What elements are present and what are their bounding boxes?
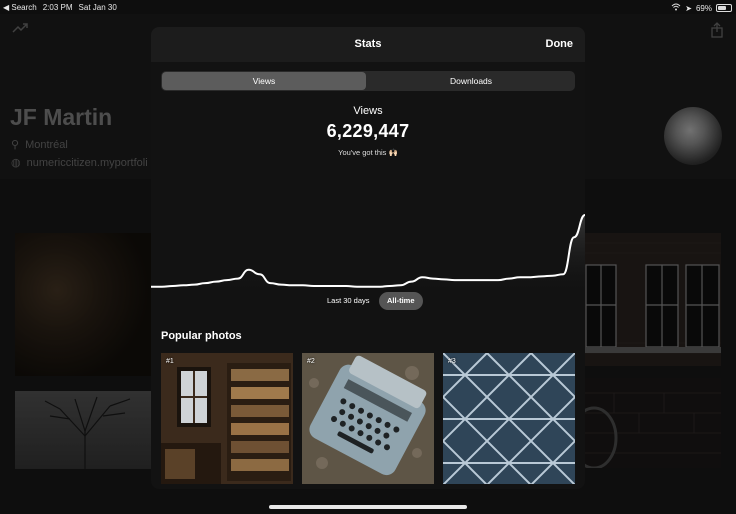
stats-sheet: Stats Done Views Downloads Views 6,229,4…	[151, 27, 585, 489]
battery-percent: 69%	[695, 3, 712, 13]
stat-label: Views	[353, 105, 383, 117]
popular-photo-3[interactable]: #3	[443, 353, 575, 484]
popular-photo-2[interactable]: #2	[302, 353, 434, 484]
tab-downloads[interactable]: Downloads	[368, 72, 574, 90]
back-to-search-link[interactable]: ◀ Search	[3, 3, 37, 12]
range-all-time[interactable]: All-time	[379, 292, 423, 310]
stats-segmented-control: Views Downloads	[161, 71, 575, 91]
stat-value: 6,229,447	[326, 121, 410, 141]
chart-series-line	[151, 214, 585, 288]
status-time: 2:03 PM	[42, 3, 73, 12]
status-date: Sat Jan 30	[78, 3, 117, 12]
done-button[interactable]: Done	[546, 38, 574, 50]
stat-note: You've got this 🙌🏻	[338, 148, 398, 157]
battery-icon	[716, 4, 732, 12]
home-indicator[interactable]	[269, 505, 467, 509]
photo-rank: #3	[448, 358, 456, 365]
location-services-icon: ➤	[685, 3, 692, 13]
tab-views[interactable]: Views	[162, 72, 366, 90]
status-bar: ◀ Search 2:03 PM Sat Jan 30 ➤ 69%	[0, 0, 736, 14]
popular-photo-1[interactable]: #1	[161, 353, 293, 484]
photo-rank: #1	[166, 358, 174, 365]
popular-photos-title: Popular photos	[161, 330, 242, 342]
wifi-icon	[671, 3, 681, 13]
views-chart	[151, 214, 585, 297]
range-last-30-days[interactable]: Last 30 days	[319, 292, 378, 310]
chart-area-fill	[151, 215, 585, 297]
sheet-header: Stats Done	[151, 27, 585, 62]
sheet-title: Stats	[354, 38, 382, 50]
photo-rank: #2	[307, 358, 315, 365]
